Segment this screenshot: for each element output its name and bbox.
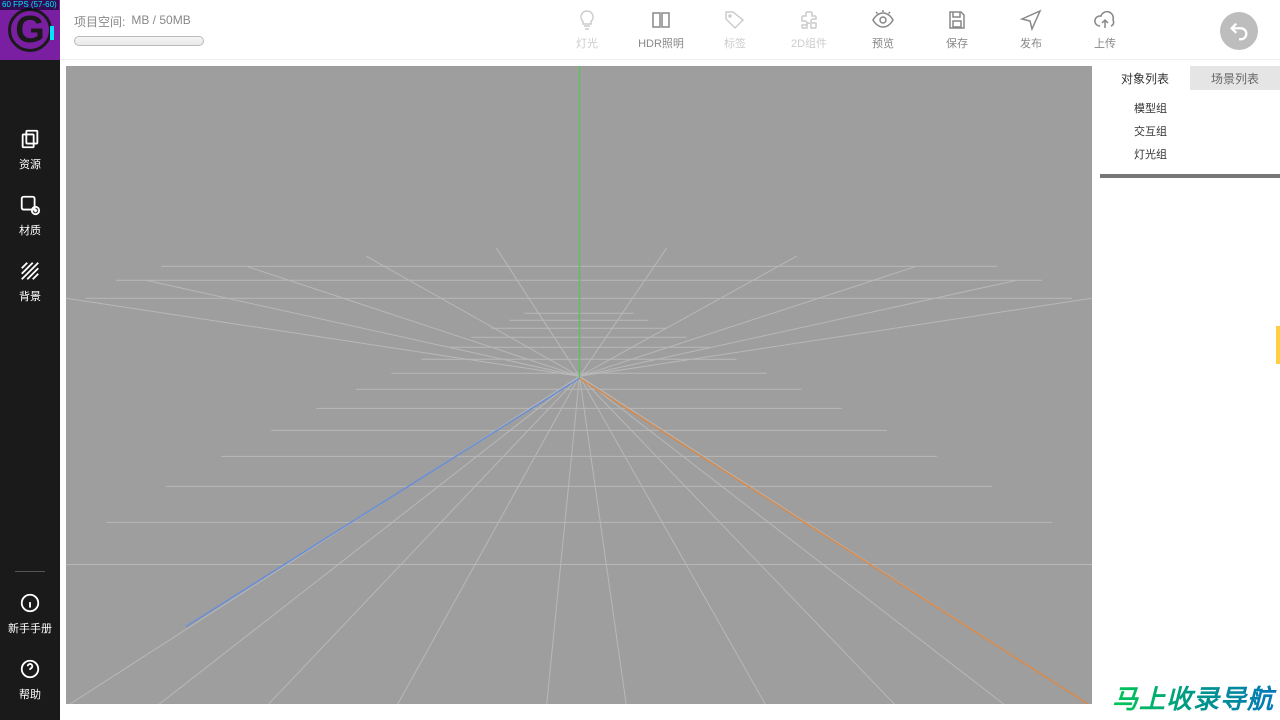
toolbar-btn-preview[interactable]: 预览 bbox=[860, 8, 906, 51]
3d-viewport[interactable] bbox=[66, 66, 1092, 704]
lightbulb-icon bbox=[575, 8, 599, 32]
toolbar-btn-hdr[interactable]: HDR照明 bbox=[638, 8, 684, 51]
project-space-value: MB / 50MB bbox=[131, 13, 190, 30]
toolbar-btn-save[interactable]: 保存 bbox=[934, 8, 980, 51]
sidebar-item-material[interactable]: 材质 bbox=[0, 180, 60, 246]
toolbar-btn-light[interactable]: 灯光 bbox=[564, 8, 610, 51]
tab-object-list[interactable]: 对象列表 bbox=[1100, 66, 1190, 90]
toolbar-btn-publish[interactable]: 发布 bbox=[1008, 8, 1054, 51]
project-space: 项目空间: MB / 50MB bbox=[74, 13, 204, 46]
send-icon bbox=[1019, 8, 1043, 32]
tag-icon bbox=[723, 8, 747, 32]
sidebar-divider bbox=[15, 571, 45, 572]
eye-icon bbox=[871, 8, 895, 32]
sidebar-item-label: 新手手册 bbox=[8, 620, 52, 636]
toolbar-btn-label: 2D组件 bbox=[791, 35, 827, 51]
sidebar-item-label: 材质 bbox=[19, 222, 41, 238]
toolbar-btn-label: 标签 bbox=[724, 35, 746, 51]
toolbar-btn-tag[interactable]: 标签 bbox=[712, 8, 758, 51]
panel-resize-handle[interactable] bbox=[1276, 326, 1280, 364]
right-panel: 对象列表 场景列表 模型组 交互组 灯光组 bbox=[1100, 66, 1280, 704]
toolbar-btn-label: 上传 bbox=[1094, 35, 1116, 51]
logo-glyph: G bbox=[8, 8, 52, 52]
tree-item-light-group[interactable]: 灯光组 bbox=[1134, 146, 1280, 162]
project-space-label: 项目空间: bbox=[74, 13, 125, 30]
properties-panel bbox=[1100, 178, 1280, 704]
tab-scene-list[interactable]: 场景列表 bbox=[1190, 66, 1280, 90]
toolbar-btn-label: 灯光 bbox=[576, 35, 598, 51]
toolbar-btn-label: 预览 bbox=[872, 35, 894, 51]
object-tree: 模型组 交互组 灯光组 bbox=[1100, 90, 1280, 174]
puzzle-icon bbox=[797, 8, 821, 32]
sidebar-item-label: 帮助 bbox=[19, 686, 41, 702]
cloud-upload-icon bbox=[1093, 8, 1117, 32]
hatch-icon bbox=[19, 260, 41, 282]
sidebar-item-help[interactable]: 帮助 bbox=[0, 644, 60, 710]
tree-item-interact-group[interactable]: 交互组 bbox=[1134, 123, 1280, 139]
project-space-progress bbox=[74, 36, 204, 46]
toolbar-btn-label: 发布 bbox=[1020, 35, 1042, 51]
toolbar-btn-label: 保存 bbox=[946, 35, 968, 51]
fps-badge: 60 FPS (57-60) bbox=[0, 0, 59, 10]
save-icon bbox=[945, 8, 969, 32]
info-circle-icon bbox=[19, 592, 41, 614]
material-icon bbox=[19, 194, 41, 216]
axis-z bbox=[186, 378, 579, 626]
left-sidebar: 60 FPS (57-60) G 资源 材质 bbox=[0, 0, 60, 720]
tree-item-model-group[interactable]: 模型组 bbox=[1134, 100, 1280, 116]
top-toolbar: 项目空间: MB / 50MB 灯光 bbox=[60, 0, 1280, 60]
sidebar-item-label: 背景 bbox=[19, 288, 41, 304]
toolbar-btn-upload[interactable]: 上传 bbox=[1082, 8, 1128, 51]
copy-stack-icon bbox=[19, 128, 41, 150]
app-logo: 60 FPS (57-60) G bbox=[0, 0, 60, 60]
undo-button[interactable] bbox=[1220, 12, 1258, 50]
undo-icon bbox=[1228, 20, 1250, 42]
panels-icon bbox=[649, 8, 673, 32]
sidebar-item-background[interactable]: 背景 bbox=[0, 246, 60, 312]
sidebar-item-resources[interactable]: 资源 bbox=[0, 114, 60, 180]
sidebar-item-label: 资源 bbox=[19, 156, 41, 172]
sidebar-item-guide[interactable]: 新手手册 bbox=[0, 578, 60, 644]
logo-accent bbox=[50, 26, 54, 40]
toolbar-btn-2d[interactable]: 2D组件 bbox=[786, 8, 832, 51]
toolbar-btn-label: HDR照明 bbox=[638, 35, 684, 51]
question-circle-icon bbox=[19, 658, 41, 680]
